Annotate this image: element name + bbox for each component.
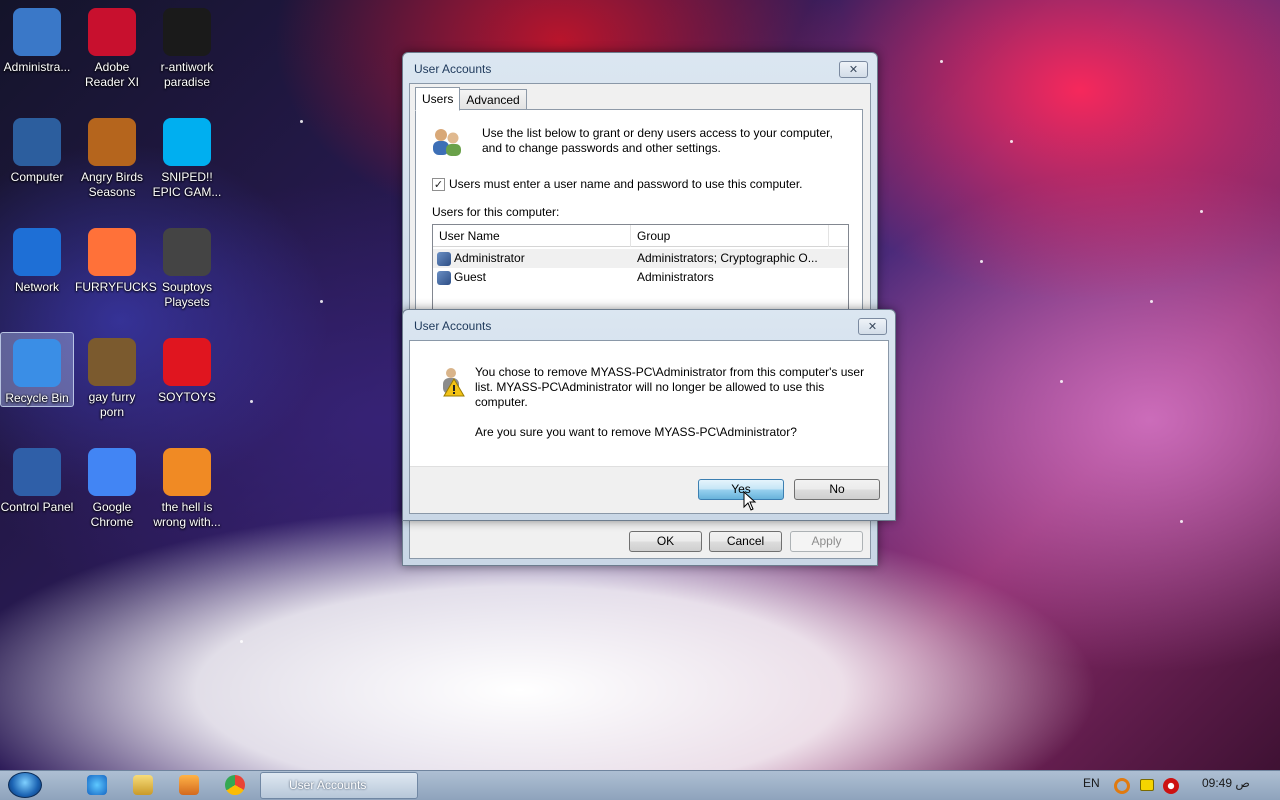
- language-indicator[interactable]: EN: [1083, 776, 1100, 790]
- warning-user-icon: [443, 368, 465, 397]
- chrome-icon: [88, 448, 136, 496]
- require-password-label: Users must enter a user name and passwor…: [449, 177, 803, 191]
- user-group: Administrators: [637, 270, 714, 284]
- desktop-icon-label: Angry Birds Seasons: [80, 170, 144, 199]
- cell-user: Administrator: [437, 249, 525, 268]
- desktop-icon[interactable]: gay furry porn: [75, 332, 149, 420]
- cell-user: Guest: [437, 268, 486, 287]
- desktop-icon-label: Computer: [10, 170, 64, 184]
- ok-button[interactable]: OK: [629, 531, 702, 552]
- internet-explorer-icon[interactable]: [87, 775, 107, 795]
- close-button[interactable]: ✕: [839, 61, 868, 78]
- firefox-icon: [88, 228, 136, 276]
- tab-strip: Users Advanced: [415, 87, 527, 111]
- yes-button[interactable]: Yes: [698, 479, 784, 500]
- user-name: Administrator: [454, 251, 525, 265]
- desktop-icon[interactable]: Adobe Reader XI: [75, 2, 149, 90]
- desktop-icon-label: Network: [14, 280, 59, 294]
- no-button[interactable]: No: [794, 479, 880, 500]
- list-row-administrator[interactable]: Administrator Administrators; Cryptograp…: [433, 249, 848, 268]
- users-icon: [433, 129, 461, 156]
- desktop-icon-label: Adobe Reader XI: [84, 60, 140, 89]
- column-group[interactable]: Group: [631, 225, 829, 247]
- close-icon: ✕: [867, 320, 878, 333]
- desktop-icon[interactable]: Network: [0, 222, 74, 295]
- tab-users[interactable]: Users: [415, 87, 461, 111]
- desktop-icon[interactable]: Angry Birds Seasons: [75, 112, 149, 200]
- desktop-icon[interactable]: r-antiwork paradise: [150, 2, 224, 90]
- require-password-checkbox[interactable]: ✓: [432, 178, 445, 191]
- desktop-icon[interactable]: SNIPED!! EPIC GAM...: [150, 112, 224, 200]
- desktop-icon-label: SOYTOYS: [158, 390, 216, 404]
- desktop-icon-label: Administra...: [3, 60, 71, 74]
- antivirus-tray-icon[interactable]: [1163, 778, 1179, 794]
- desktop-icon[interactable]: Computer: [0, 112, 74, 185]
- desktop-icon[interactable]: Google Chrome: [75, 442, 149, 530]
- recycle-bin-icon: [13, 339, 61, 387]
- dialog-question: Are you sure you want to remove MYASS-PC…: [475, 425, 797, 439]
- column-user-name[interactable]: User Name: [433, 225, 631, 247]
- dialog-title: User Accounts: [414, 319, 492, 333]
- list-row-guest[interactable]: Guest Administrators: [433, 268, 848, 287]
- media-player-icon[interactable]: [179, 775, 199, 795]
- list-header: User Name Group: [433, 225, 848, 247]
- window-title: User Accounts: [414, 62, 492, 76]
- control-panel-icon: [13, 448, 61, 496]
- search-tray-icon[interactable]: [1114, 778, 1130, 794]
- chrome-taskbar-icon[interactable]: [225, 775, 245, 795]
- desktop-icon-label: FURRYFUCKS: [75, 280, 157, 294]
- file-explorer-icon[interactable]: [133, 775, 153, 795]
- r-antiwork-icon: [163, 8, 211, 56]
- desktop-icon-label: Google Chrome: [90, 500, 134, 529]
- mouse-cursor-icon: [743, 491, 757, 511]
- close-icon: ✕: [848, 63, 859, 76]
- desktop-icon-label: SNIPED!! EPIC GAM...: [152, 170, 222, 199]
- description-text: Use the list below to grant or deny user…: [482, 126, 833, 155]
- desktop-icon-label: gay furry porn: [88, 390, 136, 419]
- user-group: Administrators; Cryptographic O...: [637, 251, 818, 265]
- soytoys-icon: [163, 338, 211, 386]
- desktop-icon-label: Souptoys Playsets: [161, 280, 213, 309]
- adobe-reader-icon: [88, 8, 136, 56]
- start-button[interactable]: [8, 772, 42, 798]
- clock[interactable]: 09:49 ص: [1202, 776, 1250, 790]
- taskbar-user-accounts[interactable]: User Accounts: [260, 772, 418, 799]
- tab-advanced[interactable]: Advanced: [459, 89, 527, 111]
- dialog-message: You chose to remove MYASS-PC\Administrat…: [475, 365, 865, 409]
- angry-birds-icon: [88, 118, 136, 166]
- desktop-icon[interactable]: FURRYFUCKS: [75, 222, 157, 295]
- computer-icon: [13, 118, 61, 166]
- souptoys-icon: [163, 228, 211, 276]
- user-icon: [437, 251, 451, 266]
- confirm-remove-dialog: User Accounts ✕ You chose to remove MYAS…: [402, 309, 896, 521]
- desktop-icon-label: the hell is wrong with...: [153, 500, 221, 529]
- desktop-icon[interactable]: Souptoys Playsets: [150, 222, 224, 310]
- cancel-button[interactable]: Cancel: [709, 531, 782, 552]
- uc-browser-icon: [163, 448, 211, 496]
- dialog-close-button[interactable]: ✕: [858, 318, 887, 335]
- box-bear-icon: [88, 338, 136, 386]
- user-name: Guest: [454, 270, 487, 284]
- desktop-icon[interactable]: Recycle Bin: [0, 332, 74, 407]
- skype-icon: [163, 118, 211, 166]
- users-list-title: Users for this computer:: [432, 205, 560, 219]
- apply-button[interactable]: Apply: [790, 531, 863, 552]
- notification-tray-icon[interactable]: [1140, 779, 1154, 791]
- desktop-icon-label: Recycle Bin: [5, 391, 69, 405]
- network-icon: [13, 228, 61, 276]
- desktop-icon-label: Control Panel: [0, 500, 74, 514]
- desktop-icon-label: r-antiwork paradise: [160, 60, 214, 89]
- user-icon: [437, 270, 451, 285]
- desktop-icon[interactable]: SOYTOYS: [150, 332, 224, 405]
- desktop-icon[interactable]: Control Panel: [0, 442, 74, 515]
- user-folder-icon: [13, 8, 61, 56]
- desktop-icon[interactable]: the hell is wrong with...: [150, 442, 224, 530]
- desktop-icon[interactable]: Administra...: [0, 2, 74, 75]
